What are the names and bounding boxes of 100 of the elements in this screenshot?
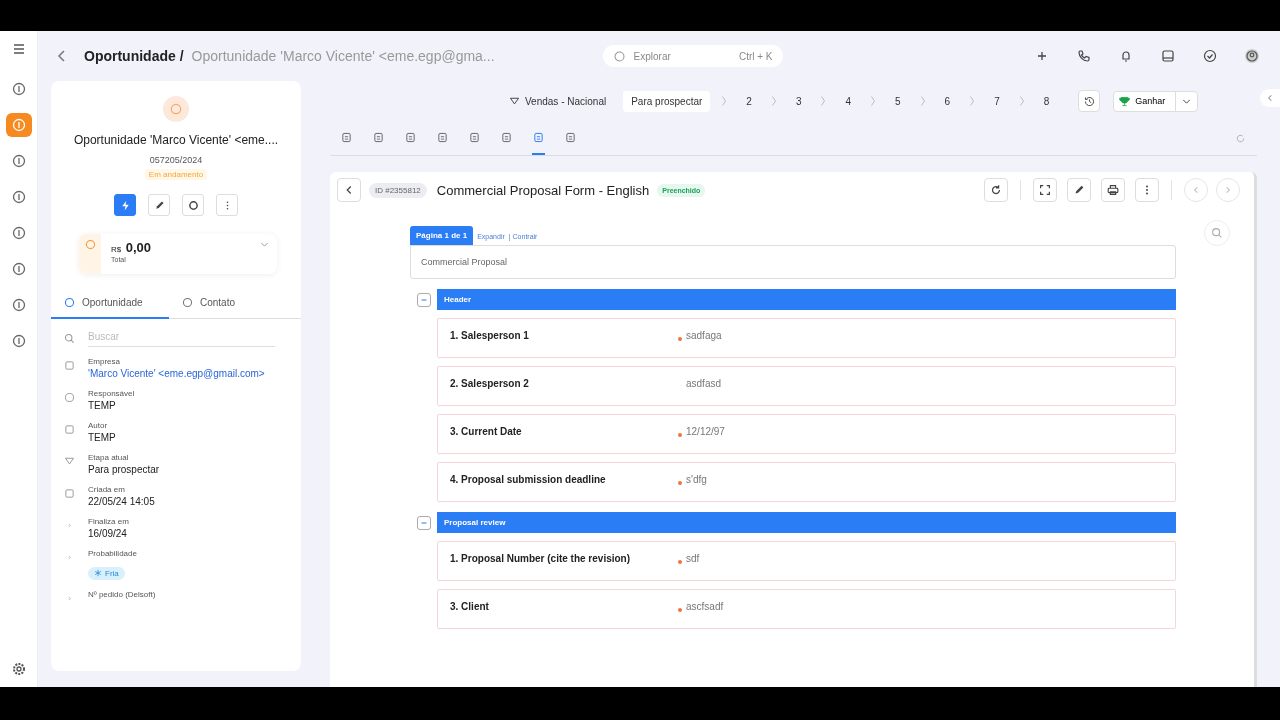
check-circle-icon[interactable] <box>1202 48 1218 64</box>
chevron-icon <box>969 94 976 108</box>
question-label: 2. Salesperson 2 <box>450 378 530 389</box>
pipeline-stage[interactable]: Para prospectar <box>623 90 711 112</box>
nav-icon <box>10 333 27 349</box>
avatar-icon[interactable] <box>1244 48 1260 64</box>
field-icon <box>63 423 76 436</box>
search-icon <box>1210 226 1224 240</box>
document-icon <box>372 130 385 144</box>
field-value: Para prospectar <box>88 464 160 475</box>
history-button[interactable] <box>1078 90 1101 112</box>
panel-tab[interactable]: Oportunidade <box>51 290 169 319</box>
nav-icon <box>10 153 27 169</box>
document-icon <box>436 130 449 144</box>
nav-icon <box>10 81 27 97</box>
field-label: Responsável <box>88 389 135 398</box>
settings-icon[interactable] <box>10 661 27 677</box>
field-icon <box>63 487 76 500</box>
page-tab[interactable]: Página 1 de 1 <box>410 226 474 245</box>
section-header[interactable]: Proposal review <box>437 512 1176 533</box>
document-icon <box>340 130 353 144</box>
answer-value: ascfsadf <box>686 601 724 612</box>
pipeline-stage[interactable]: 7 <box>986 90 1008 112</box>
answer-value: sdf <box>686 553 700 564</box>
question-label: 1. Proposal Number (cite the revision) <box>450 553 632 564</box>
document-icon <box>564 130 577 144</box>
print-button[interactable] <box>1101 178 1125 202</box>
chevron-icon <box>1018 94 1025 108</box>
document-icon <box>500 130 513 144</box>
record-title: Oportunidade 'Marco Vicente' <eme.... <box>72 133 280 147</box>
total-amount: 0,00 <box>125 240 151 255</box>
question-label: 3. Current Date <box>450 426 523 437</box>
field-icon <box>63 359 76 372</box>
collapse-toggle[interactable] <box>417 292 431 307</box>
tab-label: Contato <box>200 297 236 308</box>
nav-icon <box>10 297 27 313</box>
panel-tab[interactable]: Contato <box>169 290 287 319</box>
field-label: Probabilidade <box>88 549 137 558</box>
record-code: 057205/2024 <box>148 155 204 165</box>
field-label: Etapa atual <box>88 453 130 462</box>
coin-icon <box>162 95 190 123</box>
nav-icon <box>10 261 27 277</box>
field-value: TEMP <box>88 432 116 443</box>
refresh-icon <box>989 183 1003 197</box>
breadcrumb-link[interactable]: Oportunidade / <box>84 48 184 64</box>
snowflake-icon <box>94 569 102 577</box>
inbox-icon[interactable] <box>1160 48 1176 64</box>
phone-icon[interactable] <box>1076 48 1092 64</box>
field-label: Autor <box>88 421 109 430</box>
document-icon <box>532 130 545 144</box>
answer-value: sadfaga <box>686 330 722 341</box>
nav-icon <box>10 117 27 133</box>
answer-value: 12/12/97 <box>686 426 725 437</box>
field-label: Nº pedido (Delsoft) <box>88 590 156 599</box>
pencil-icon <box>1072 183 1086 197</box>
pipeline-selector[interactable]: Vendas - Nacional <box>508 94 607 108</box>
section-header[interactable]: Header <box>437 289 1176 310</box>
field-label: Criada em <box>88 485 126 494</box>
chevron-icon <box>870 94 876 108</box>
pipeline-stage[interactable]: 8 <box>1035 90 1058 112</box>
id-badge: ID #2355812 <box>369 182 427 198</box>
search-field[interactable]: Explorar Ctrl + K <box>602 45 783 67</box>
question-label: 4. Proposal submission deadline <box>450 474 607 485</box>
chevron-icon <box>721 94 728 108</box>
field-label: Finaliza em <box>88 517 129 526</box>
pipeline-stage[interactable]: 4 <box>837 90 859 112</box>
tab-icon <box>181 296 194 309</box>
settings-button[interactable] <box>182 194 204 216</box>
company-link[interactable]: 'Marco Vicente' <eme.egp@gmail.com> <box>88 368 265 379</box>
nav-item[interactable] <box>5 113 32 137</box>
question-label: 1. Salesperson 1 <box>450 330 530 341</box>
search-field[interactable]: Buscar <box>88 329 275 347</box>
edit-button[interactable] <box>1067 178 1091 202</box>
refresh-button[interactable] <box>984 178 1008 202</box>
field-icon <box>63 391 76 404</box>
pipeline-stage[interactable]: 3 <box>787 90 810 112</box>
edit-button[interactable] <box>148 194 170 216</box>
back-button[interactable] <box>337 178 361 202</box>
field-value: 22/05/24 14:05 <box>88 496 155 507</box>
answer-value: s'dfg <box>686 474 707 485</box>
automation-button[interactable] <box>114 194 136 216</box>
pipeline-stage[interactable]: 6 <box>936 90 959 112</box>
collapse-toggle[interactable] <box>417 515 431 530</box>
chevron-icon <box>919 94 926 108</box>
search-icon <box>63 331 76 345</box>
pipeline-stage[interactable]: 2 <box>738 90 760 112</box>
chevron-icon <box>770 94 777 108</box>
answer-value: asdfasd <box>686 378 722 389</box>
coin-icon <box>83 238 97 251</box>
search-button[interactable] <box>1204 220 1230 246</box>
document-icon <box>404 130 417 144</box>
nav-icon <box>10 189 27 205</box>
form-title: Commercial Proposal Form - English <box>436 182 650 198</box>
ring-icon <box>186 198 200 212</box>
field-label: Empresa <box>88 357 121 366</box>
fullscreen-button[interactable] <box>1033 178 1057 202</box>
trophy-icon <box>1118 94 1132 108</box>
document-icon <box>468 130 481 144</box>
field-value: 16/09/24 <box>88 528 128 539</box>
pipeline-stage[interactable]: 5 <box>887 90 909 112</box>
